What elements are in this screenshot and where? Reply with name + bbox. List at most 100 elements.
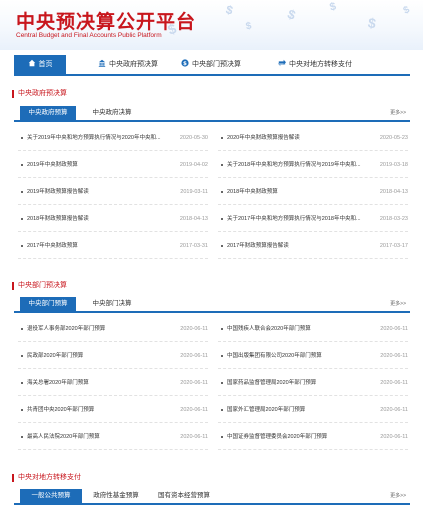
bullet-icon: [21, 355, 23, 357]
list-item-title[interactable]: 海关总署2020年部门预算: [27, 371, 177, 395]
list-item[interactable]: 2017年财政预算报告解读 2017-03-17: [218, 234, 408, 259]
nav-home-label: 首页: [38, 61, 53, 68]
dollar-sign-icon: $: [328, 0, 338, 14]
main-nav: 首页 中央政府预决算 $ 中央部门预决算 中央对地方转移支付: [14, 55, 410, 76]
bullet-icon: [221, 164, 223, 166]
list-item-title[interactable]: 关于2018年中央和地方预算执行情况与2019年中央和...: [227, 153, 377, 177]
list-item[interactable]: 国家外汇管理局2020年部门预算 2020-06-11: [218, 398, 408, 423]
more-link[interactable]: 更多>>: [390, 109, 406, 116]
section-title-departments-text: 中央部门预决算: [18, 282, 67, 289]
nav-central-departments[interactable]: $ 中央部门预决算: [181, 55, 241, 74]
bullet-icon: [221, 436, 223, 438]
list-item-title[interactable]: 2020年中央财政预算报告解读: [227, 126, 377, 150]
list-item-title[interactable]: 共青团中央2020年部门预算: [27, 398, 177, 422]
nav-central-departments-label: 中央部门预决算: [192, 61, 241, 68]
list-item-date: 2020-06-11: [180, 380, 208, 386]
list-item[interactable]: 关于2018年中央和地方预算执行情况与2019年中央和... 2019-03-18: [218, 153, 408, 178]
list-item[interactable]: 2020年中央财政预算报告解读 2020-05-23: [218, 126, 408, 151]
bullet-icon: [21, 436, 23, 438]
list-item-title[interactable]: 中国证券监督管理委员会2020年部门预算: [227, 425, 377, 449]
tab-government-fund-budget[interactable]: 政府性基金预算: [88, 489, 144, 503]
list-item-title[interactable]: 2017年中央财政预算: [27, 234, 177, 258]
list-item-date: 2018-04-13: [179, 216, 208, 222]
list-item-title[interactable]: 中国残疾人联合会2020年部门预算: [227, 317, 377, 341]
list-item-date: 2020-06-11: [380, 434, 408, 440]
list-item-date: 2020-05-23: [379, 135, 408, 141]
section-title-government: 中央政府预决算: [12, 89, 67, 99]
list-item[interactable]: 海关总署2020年部门预算 2020-06-11: [18, 371, 208, 396]
bullet-icon: [221, 355, 223, 357]
dollar-circle-icon: $: [181, 59, 189, 67]
list-item[interactable]: 共青团中央2020年部门预算 2020-06-11: [18, 398, 208, 423]
bullet-icon: [221, 191, 223, 193]
list-item-title[interactable]: 国家外汇管理局2020年部门预算: [227, 398, 377, 422]
section-title-transfer: 中央对地方转移支付: [12, 473, 81, 483]
list-item-title[interactable]: 最高人民法院2020年部门预算: [27, 425, 177, 449]
transfer-icon: [278, 59, 286, 67]
list-item-title[interactable]: 2019年中央财政预算: [27, 153, 177, 177]
tab-general-public-budget[interactable]: 一般公共预算: [20, 489, 82, 503]
list-item-date: 2019-03-11: [180, 189, 208, 195]
nav-home[interactable]: 首页: [14, 55, 66, 74]
nav-central-government[interactable]: 中央政府预决算: [98, 55, 158, 74]
home-icon: [28, 59, 35, 67]
bullet-icon: [221, 245, 223, 247]
tab-department-budget[interactable]: 中央部门预算: [20, 297, 76, 311]
tab-state-capital-budget[interactable]: 国有资本经营预算: [154, 489, 214, 503]
list-item-title[interactable]: 2018年中央财政预算: [227, 180, 377, 204]
building-icon: [98, 59, 106, 67]
tab-central-final-accounts[interactable]: 中央政府决算: [84, 106, 140, 120]
bullet-icon: [21, 218, 23, 220]
panel-transfer: 一般公共预算 政府性基金预算 国有资本经营预算 更多>>: [14, 489, 410, 507]
list-item-date: 2020-05-30: [179, 135, 208, 141]
list-item-date: 2018-03-23: [379, 216, 408, 222]
list-item-title[interactable]: 退役军人事务部2020年部门预算: [27, 317, 177, 341]
dollar-sign-icon: $: [401, 4, 412, 17]
list-item[interactable]: 2018年财政预算报告解读 2018-04-13: [18, 207, 208, 232]
nav-transfer-payments[interactable]: 中央对地方转移支付: [278, 55, 352, 74]
bullet-icon: [21, 409, 23, 411]
list-item-title[interactable]: 2019年财政预算报告解读: [27, 180, 177, 204]
list-item[interactable]: 国家药品监督管理局2020年部门预算 2020-06-11: [218, 371, 408, 396]
list-item[interactable]: 中国残疾人联合会2020年部门预算 2020-06-11: [218, 317, 408, 342]
list-item[interactable]: 最高人民法院2020年部门预算 2020-06-11: [18, 425, 208, 450]
bullet-icon: [21, 382, 23, 384]
list-item[interactable]: 中国证券监督管理委员会2020年部门预算 2020-06-11: [218, 425, 408, 450]
list-item-date: 2020-06-11: [380, 407, 408, 413]
list-item-date: 2017-03-31: [179, 243, 208, 249]
list-item-date: 2020-06-11: [180, 434, 208, 440]
list-item-title[interactable]: 关于2017年中央和地方预算执行情况与2018年中央和...: [227, 207, 377, 231]
list-item[interactable]: 民政部2020年部门预算 2020-06-11: [18, 344, 208, 369]
more-link[interactable]: 更多>>: [390, 492, 406, 499]
section-title-transfer-text: 中央对地方转移支付: [18, 474, 81, 481]
panel-government: 中央政府预算 中央政府决算 更多>> 关于2019年中央和地方预算执行情况与20…: [14, 106, 410, 266]
list-item[interactable]: 关于2019年中央和地方预算执行情况与2020年中央和... 2020-05-30: [18, 126, 208, 151]
list-item-date: 2019-03-18: [379, 162, 408, 168]
list-item[interactable]: 退役军人事务部2020年部门预算 2020-06-11: [18, 317, 208, 342]
nav-transfer-payments-label: 中央对地方转移支付: [289, 61, 352, 68]
list-item[interactable]: 中国出版集团有限公司2020年部门预算 2020-06-11: [218, 344, 408, 369]
list-item-title[interactable]: 2018年财政预算报告解读: [27, 207, 177, 231]
list-item-date: 2020-06-11: [180, 353, 208, 359]
bullet-icon: [221, 328, 223, 330]
tab-central-budget[interactable]: 中央政府预算: [20, 106, 76, 120]
list-item[interactable]: 2018年中央财政预算 2018-04-13: [218, 180, 408, 205]
list-item-title[interactable]: 民政部2020年部门预算: [27, 344, 177, 368]
more-link[interactable]: 更多>>: [390, 300, 406, 307]
bullet-icon: [21, 191, 23, 193]
dollar-sign-icon: $: [366, 14, 378, 32]
list-item-date: 2020-06-11: [380, 380, 408, 386]
dollar-sign-icon: $: [224, 2, 235, 18]
list-item[interactable]: 2017年中央财政预算 2017-03-31: [18, 234, 208, 259]
section-title-government-text: 中央政府预决算: [18, 90, 67, 97]
bullet-icon: [221, 137, 223, 139]
list-item-title[interactable]: 2017年财政预算报告解读: [227, 234, 377, 258]
list-item[interactable]: 2019年财政预算报告解读 2019-03-11: [18, 180, 208, 205]
list-item[interactable]: 2019年中央财政预算 2019-04-02: [18, 153, 208, 178]
list-item-title[interactable]: 中国出版集团有限公司2020年部门预算: [227, 344, 377, 368]
tab-department-final-accounts[interactable]: 中央部门决算: [84, 297, 140, 311]
panel-departments: 中央部门预算 中央部门决算 更多>> 退役军人事务部2020年部门预算 2020-…: [14, 297, 410, 457]
list-item-title[interactable]: 关于2019年中央和地方预算执行情况与2020年中央和...: [27, 126, 177, 150]
list-item[interactable]: 关于2017年中央和地方预算执行情况与2018年中央和... 2018-03-23: [218, 207, 408, 232]
list-item-title[interactable]: 国家药品监督管理局2020年部门预算: [227, 371, 377, 395]
